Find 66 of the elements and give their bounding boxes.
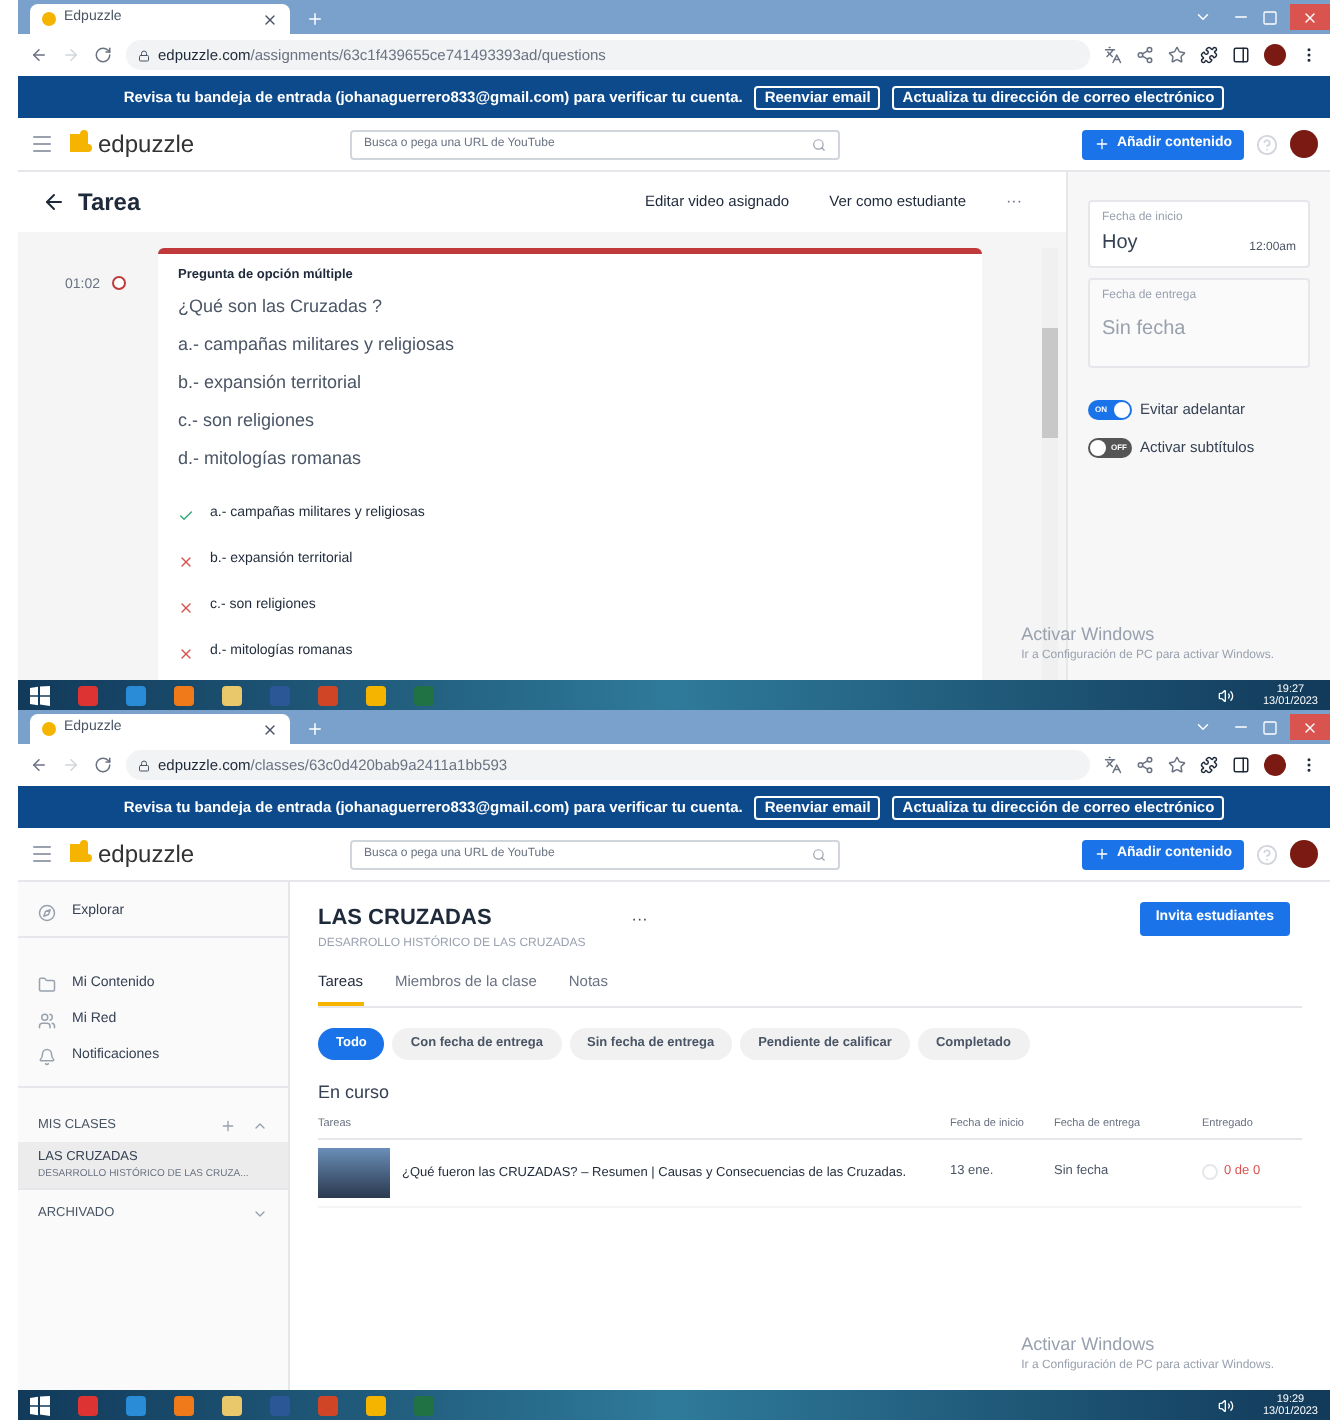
maximize-icon[interactable]	[1262, 720, 1278, 736]
logo-text: edpuzzle	[98, 128, 197, 162]
avatar[interactable]	[1264, 44, 1286, 66]
section-title: En curso	[318, 1080, 392, 1107]
add-icon[interactable]	[220, 1117, 236, 1133]
new-tab-icon[interactable]	[306, 720, 324, 738]
side-panel-icon[interactable]	[1232, 46, 1250, 64]
close-icon	[1302, 719, 1318, 735]
volume-icon[interactable]	[1218, 1397, 1235, 1413]
puzzle-logo-icon	[66, 130, 94, 158]
timeline-marker-icon	[112, 276, 126, 290]
puzzle-logo-icon	[66, 840, 94, 868]
reload-icon[interactable]	[94, 46, 112, 64]
translate-icon[interactable]	[1104, 46, 1122, 64]
start-date-value: Hoy	[1102, 230, 1138, 258]
question-option: a.- campañas militares y religiosas	[178, 332, 962, 370]
progress-ring-icon	[1202, 1164, 1218, 1181]
puzzle-icon[interactable]	[1200, 756, 1218, 774]
chevron-icon[interactable]	[1194, 8, 1212, 26]
maximize-icon[interactable]	[1262, 10, 1278, 26]
puzzle-icon[interactable]	[1200, 46, 1218, 64]
close-icon[interactable]	[262, 721, 278, 737]
close-icon[interactable]	[262, 11, 278, 27]
translate-icon[interactable]	[1104, 756, 1122, 774]
question-option: b.- expansión territorial	[178, 370, 962, 408]
close-window-button[interactable]	[1290, 714, 1330, 740]
share-icon[interactable]	[1136, 756, 1154, 774]
lock-icon	[138, 759, 150, 771]
avatar[interactable]	[1264, 754, 1286, 776]
windows-start-icon[interactable]	[30, 1395, 50, 1415]
search-icon[interactable]	[812, 137, 826, 151]
more-button[interactable]: ···	[631, 907, 648, 931]
activation-watermark-title: Activar Windows	[1021, 1331, 1157, 1357]
logo-text: edpuzzle	[98, 838, 197, 872]
star-icon[interactable]	[1168, 46, 1186, 64]
bell-icon	[38, 1047, 56, 1065]
plus-icon	[1094, 846, 1111, 862]
explore-icon	[38, 903, 56, 921]
more-button[interactable]: ···	[1006, 190, 1022, 214]
lock-icon	[138, 49, 150, 61]
search-icon[interactable]	[812, 847, 826, 861]
close-icon	[1302, 9, 1318, 25]
back-icon[interactable]	[42, 190, 66, 214]
avatar[interactable]	[1290, 130, 1318, 158]
close-window-button[interactable]	[1290, 4, 1330, 30]
reload-icon[interactable]	[94, 756, 112, 774]
question-option: c.- son religiones	[178, 408, 962, 446]
side-panel-icon[interactable]	[1232, 756, 1250, 774]
avatar[interactable]	[1290, 840, 1318, 868]
plus-icon	[1094, 136, 1111, 152]
chevron-icon[interactable]	[1194, 718, 1212, 736]
class-title: LAS CRUZADAS	[318, 904, 492, 935]
activation-watermark-title: Activar Windows	[1021, 621, 1157, 647]
favicon-icon	[42, 12, 56, 26]
due-date-placeholder: Sin fecha	[1102, 316, 1188, 344]
question-option: d.- mitologías romanas	[178, 446, 962, 484]
share-icon[interactable]	[1136, 46, 1154, 64]
new-tab-icon[interactable]	[306, 10, 324, 28]
page-title: Tarea	[78, 186, 141, 220]
video-thumbnail	[318, 1147, 390, 1198]
volume-icon[interactable]	[1218, 687, 1235, 703]
network-icon	[38, 1011, 56, 1029]
favicon-icon	[42, 722, 56, 736]
windows-start-icon[interactable]	[30, 685, 50, 705]
star-icon[interactable]	[1168, 756, 1186, 774]
question-text: ¿Qué son las Cruzadas ?	[178, 294, 385, 320]
